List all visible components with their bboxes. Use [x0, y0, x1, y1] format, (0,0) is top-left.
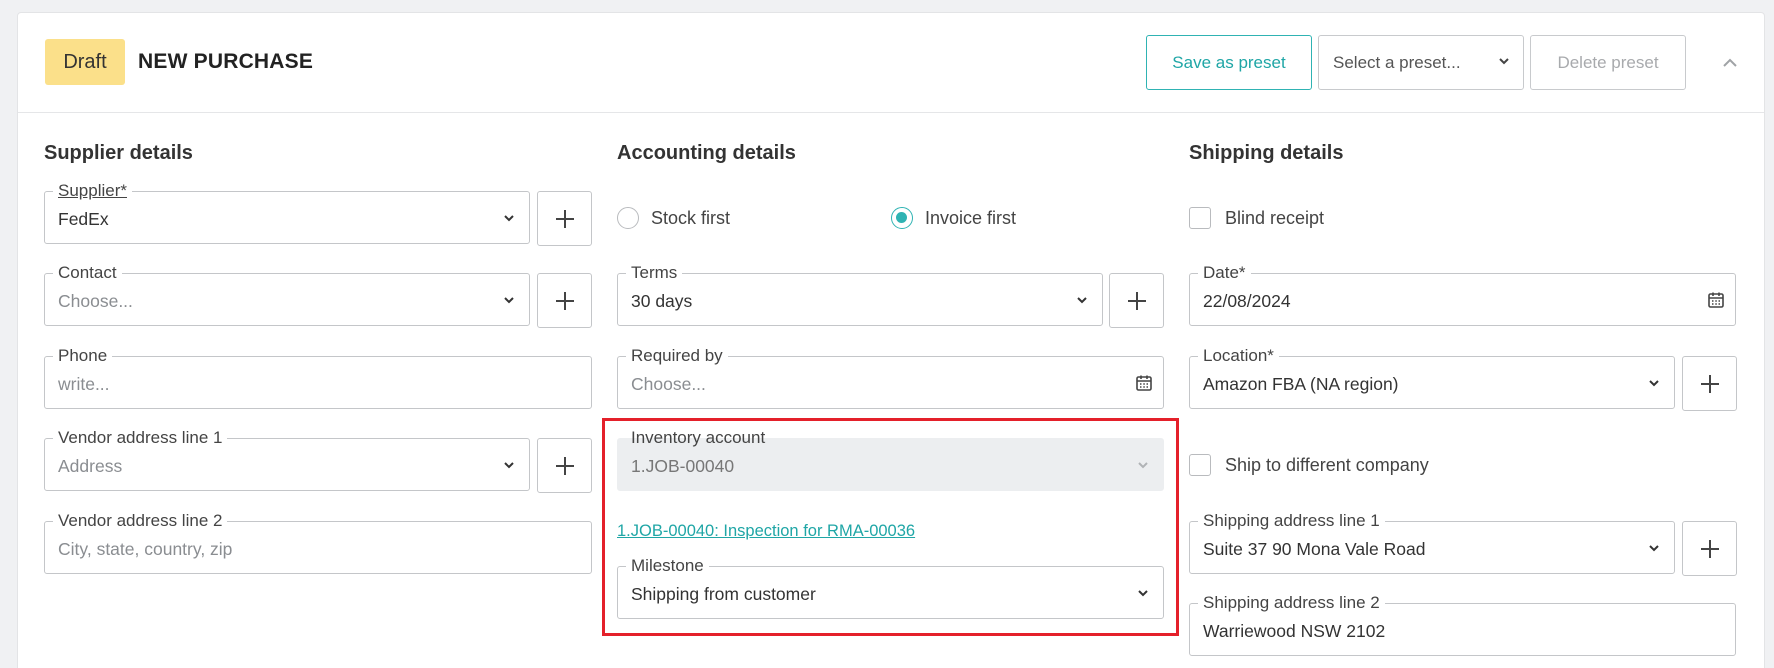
calendar-icon[interactable]: [1707, 291, 1725, 309]
required-by-label: Required by: [626, 346, 728, 366]
blind-receipt-label: Blind receipt: [1225, 207, 1325, 228]
card-header: Draft NEW PURCHASE Save as preset Select…: [18, 13, 1764, 113]
shipping-address-line2-value: Warriewood NSW 2102: [1203, 621, 1386, 641]
location-label: Location*: [1198, 346, 1279, 366]
shipping-address-line1-label: Shipping address line 1: [1198, 511, 1385, 531]
date-value: 22/08/2024: [1203, 291, 1291, 311]
add-shipping-address-button[interactable]: [1682, 521, 1737, 576]
contact-label: Contact: [53, 263, 122, 283]
radio-invoice-first-label: Invoice first: [925, 207, 1017, 228]
chevron-down-icon: [504, 462, 514, 469]
plus-icon: [555, 456, 574, 475]
date-label: Date*: [1198, 263, 1251, 283]
vendor-address-line2-placeholder: City, state, country, zip: [58, 539, 233, 559]
ship-to-different-company-checkbox[interactable]: Ship to different company: [1189, 454, 1429, 476]
vendor-address-line2-label: Vendor address line 2: [53, 511, 228, 531]
contact-placeholder: Choose...: [58, 291, 133, 311]
preset-select-placeholder: Select a preset...: [1333, 52, 1461, 72]
supplier-section-title: Supplier details: [44, 142, 193, 164]
shipping-address-line1-select[interactable]: Shipping address line 1 Suite 37 90 Mona…: [1189, 511, 1675, 574]
vendor-address-line1-select[interactable]: Vendor address line 1 Address: [44, 428, 530, 491]
page-title: NEW PURCHASE: [138, 50, 314, 73]
add-vendor-address-button[interactable]: [537, 438, 592, 493]
phone-label: Phone: [53, 346, 113, 366]
blind-receipt-checkbox[interactable]: Blind receipt: [1189, 207, 1324, 229]
terms-value: 30 days: [631, 291, 693, 311]
radio-circle-selected: [891, 207, 913, 229]
plus-icon: [1700, 374, 1719, 393]
status-badge: Draft: [45, 39, 125, 85]
radio-invoice-first[interactable]: Invoice first: [891, 207, 1016, 229]
save-preset-button[interactable]: Save as preset: [1146, 35, 1312, 90]
supplier-label: Supplier*: [53, 181, 132, 201]
phone-placeholder: write...: [58, 374, 110, 394]
shipping-address-line1-value: Suite 37 90 Mona Vale Road: [1203, 539, 1426, 559]
calendar-icon[interactable]: [1135, 374, 1153, 392]
vendor-address-line2-field[interactable]: Vendor address line 2 City, state, count…: [44, 511, 592, 574]
plus-icon: [1127, 291, 1146, 310]
date-field[interactable]: Date* 22/08/2024: [1189, 263, 1736, 326]
shipping-address-line2-label: Shipping address line 2: [1198, 593, 1385, 613]
radio-circle: [617, 207, 639, 229]
add-terms-button[interactable]: [1109, 273, 1164, 328]
location-value: Amazon FBA (NA region): [1203, 374, 1399, 394]
radio-stock-first-label: Stock first: [651, 207, 731, 228]
chevron-down-icon: [1499, 58, 1509, 65]
chevron-down-icon: [1077, 297, 1087, 304]
plus-icon: [555, 209, 574, 228]
phone-field[interactable]: Phone write...: [44, 346, 592, 409]
highlight-box: [602, 418, 1179, 636]
chevron-down-icon: [1649, 545, 1659, 552]
supplier-value: FedEx: [58, 209, 109, 229]
ship-to-different-company-label: Ship to different company: [1225, 454, 1429, 475]
required-by-placeholder: Choose...: [631, 374, 706, 394]
chevron-up-icon[interactable]: [1718, 51, 1742, 75]
location-select[interactable]: Location* Amazon FBA (NA region): [1189, 346, 1675, 409]
accounting-section-title: Accounting details: [617, 142, 796, 164]
shipping-address-line2-field[interactable]: Shipping address line 2 Warriewood NSW 2…: [1189, 593, 1736, 656]
chevron-down-icon: [1649, 380, 1659, 387]
contact-select[interactable]: Contact Choose...: [44, 263, 530, 326]
delete-preset-button[interactable]: Delete preset: [1530, 35, 1686, 90]
checkbox-box: [1189, 207, 1211, 229]
checkbox-box: [1189, 454, 1211, 476]
add-contact-button[interactable]: [537, 273, 592, 328]
add-location-button[interactable]: [1682, 356, 1737, 411]
chevron-down-icon: [504, 297, 514, 304]
add-supplier-button[interactable]: [537, 191, 592, 246]
terms-select[interactable]: Terms 30 days: [617, 263, 1103, 326]
required-by-date-field[interactable]: Required by Choose...: [617, 346, 1164, 409]
preset-select[interactable]: Select a preset...: [1318, 35, 1524, 90]
vendor-address-line1-placeholder: Address: [58, 456, 123, 476]
plus-icon: [555, 291, 574, 310]
plus-icon: [1700, 539, 1719, 558]
vendor-address-line1-label: Vendor address line 1: [53, 428, 228, 448]
terms-label: Terms: [626, 263, 683, 283]
radio-stock-first[interactable]: Stock first: [617, 207, 730, 229]
shipping-section-title: Shipping details: [1189, 142, 1344, 164]
chevron-down-icon: [504, 215, 514, 222]
supplier-select[interactable]: Supplier* FedEx: [44, 181, 530, 244]
